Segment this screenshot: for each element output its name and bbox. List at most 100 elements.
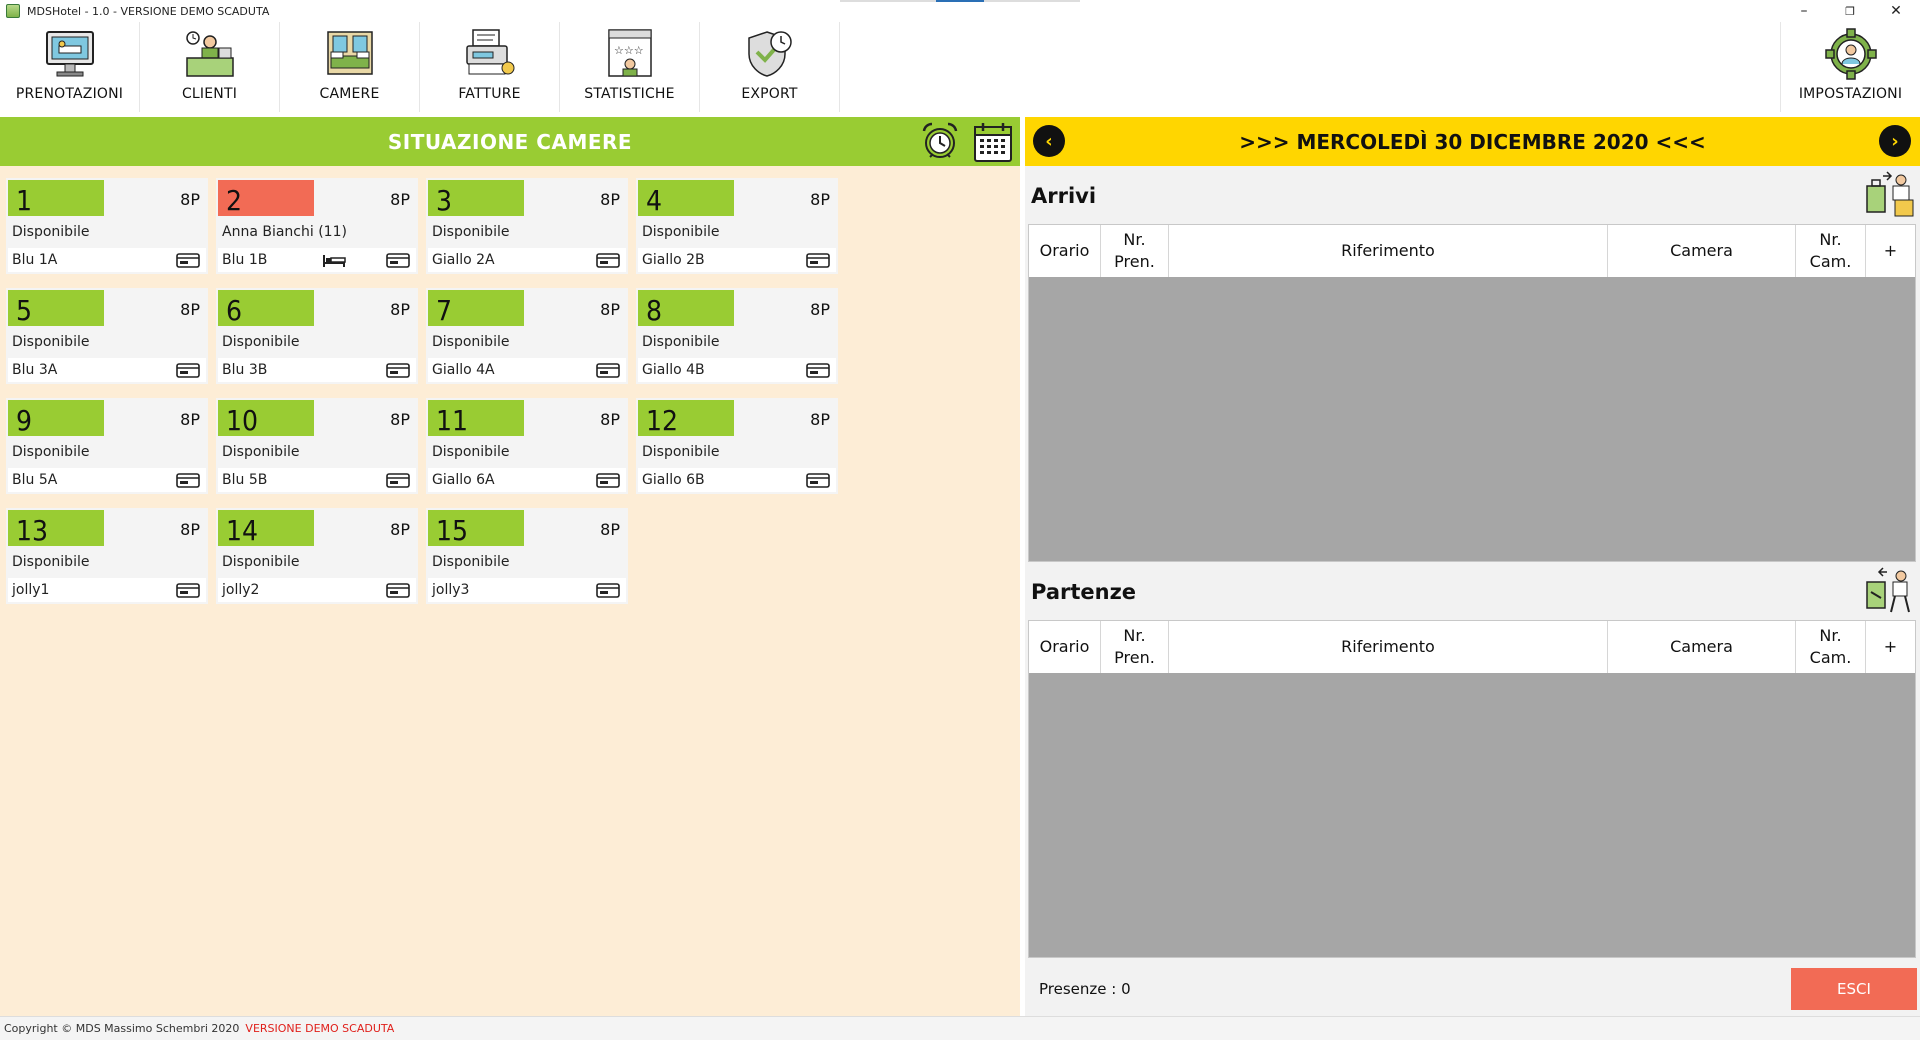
col-add[interactable]: + [1866,621,1915,673]
keycard-icon[interactable] [806,363,830,378]
room-card-12[interactable]: 12 8P Disponibile Giallo 6B [636,398,838,494]
export-button[interactable]: EXPORT [700,22,840,112]
camere-label: CAMERE [319,86,380,102]
room-card-9[interactable]: 9 8P Disponibile Blu 5A [6,398,208,494]
rooms-header: SITUAZIONE CAMERE [0,117,1020,166]
room-status: Disponibile [12,334,90,350]
keycard-icon[interactable] [176,583,200,598]
col-riferimento[interactable]: Riferimento [1169,225,1608,277]
bed-icon [323,255,346,267]
room-number: 2 [226,184,243,217]
room-card-2[interactable]: 2 8P Anna Bianchi (11) Blu 1B [216,178,418,274]
room-card-10[interactable]: 10 8P Disponibile Blu 5B [216,398,418,494]
room-card-15[interactable]: 15 8P Disponibile jolly3 [426,508,628,604]
room-number: 5 [16,294,33,327]
col-add[interactable]: + [1866,225,1915,277]
restore-button[interactable]: ❐ [1830,0,1870,22]
room-card-7[interactable]: 7 8P Disponibile Giallo 4A [426,288,628,384]
keycard-icon[interactable] [386,253,410,268]
room-card-8[interactable]: 8 8P Disponibile Giallo 4B [636,288,838,384]
keycard-icon[interactable] [596,473,620,488]
room-capacity: 8P [390,190,410,209]
impostazioni-label: IMPOSTAZIONI [1798,86,1903,102]
presenze-count: Presenze : 0 [1039,980,1131,998]
room-name: Blu 3A [12,362,58,378]
room-capacity: 8P [810,190,830,209]
close-button[interactable]: ✕ [1876,0,1916,22]
col-riferimento[interactable]: Riferimento [1169,621,1608,673]
date-header: ‹ >>> MERCOLEDÌ 30 DICEMBRE 2020 <<< › [1025,117,1920,166]
keycard-icon[interactable] [596,253,620,268]
col-orario[interactable]: Orario [1029,621,1101,673]
room-card-5[interactable]: 5 8P Disponibile Blu 3A [6,288,208,384]
room-number: 8 [646,294,663,327]
statistiche-label: STATISTICHE [584,86,675,102]
alarm-clock-icon[interactable] [920,121,960,161]
statistiche-button[interactable]: ☆☆☆ STATISTICHE [560,22,700,112]
room-name: Giallo 4A [432,362,495,378]
impostazioni-button[interactable]: IMPOSTAZIONI [1780,22,1920,112]
room-name: Giallo 2A [432,252,495,268]
room-card-14[interactable]: 14 8P Disponibile jolly2 [216,508,418,604]
col-nr-cam[interactable]: Nr. Cam. [1796,225,1866,277]
room-number: 7 [436,294,453,327]
clienti-button[interactable]: CLIENTI [140,22,280,112]
loading-line [840,0,1080,2]
esci-button[interactable]: ESCI [1791,968,1917,1010]
room-status: Disponibile [222,554,300,570]
room-card-11[interactable]: 11 8P Disponibile Giallo 6A [426,398,628,494]
room-name: Giallo 4B [642,362,705,378]
room-card-13[interactable]: 13 8P Disponibile jolly1 [6,508,208,604]
room-number: 14 [226,514,259,547]
keycard-icon[interactable] [596,583,620,598]
svg-text:☆☆☆: ☆☆☆ [614,44,644,57]
room-status: Disponibile [12,554,90,570]
keycard-icon[interactable] [806,253,830,268]
room-number: 13 [16,514,49,547]
keycard-icon[interactable] [176,473,200,488]
room-capacity: 8P [390,520,410,539]
room-status: Disponibile [432,444,510,460]
shield-clock-icon [747,31,792,77]
reception-desk-icon [185,31,234,77]
camere-button[interactable]: CAMERE [280,22,420,112]
col-nr-pren[interactable]: Nr. Pren. [1101,621,1169,673]
arrival-luggage-icon[interactable] [1863,170,1917,220]
keycard-icon[interactable] [386,473,410,488]
col-camera[interactable]: Camera [1608,225,1796,277]
room-card-6[interactable]: 6 8P Disponibile Blu 3B [216,288,418,384]
arrivi-table[interactable]: Orario Nr. Pren. Riferimento Camera Nr. … [1028,224,1916,562]
statistics-board-icon: ☆☆☆ [607,29,652,77]
col-orario[interactable]: Orario [1029,225,1101,277]
room-status: Disponibile [642,334,720,350]
col-camera[interactable]: Camera [1608,621,1796,673]
room-card-4[interactable]: 4 8P Disponibile Giallo 2B [636,178,838,274]
partenze-table[interactable]: Orario Nr. Pren. Riferimento Camera Nr. … [1028,620,1916,958]
room-name: Blu 1B [222,252,268,268]
keycard-icon[interactable] [386,583,410,598]
keycard-icon[interactable] [386,363,410,378]
prenotazioni-button[interactable]: PRENOTAZIONI [0,22,140,112]
calendar-icon[interactable] [973,121,1013,163]
room-status: Disponibile [12,444,90,460]
next-day-button[interactable]: › [1879,125,1911,157]
room-card-3[interactable]: 3 8P Disponibile Giallo 2A [426,178,628,274]
room-number: 1 [16,184,33,217]
room-card-1[interactable]: 1 8P Disponibile Blu 1A [6,178,208,274]
fatture-button[interactable]: FATTURE [420,22,560,112]
room-status: Disponibile [12,224,90,240]
room-capacity: 8P [180,190,200,209]
keycard-icon[interactable] [806,473,830,488]
keycard-icon[interactable] [176,253,200,268]
departure-luggage-icon[interactable] [1863,566,1917,616]
keycard-icon[interactable] [176,363,200,378]
room-capacity: 8P [600,520,620,539]
col-nr-pren[interactable]: Nr. Pren. [1101,225,1169,277]
fatture-label: FATTURE [458,86,521,102]
prenotazioni-label: PRENOTAZIONI [15,86,124,102]
room-name: Blu 3B [222,362,268,378]
col-nr-cam[interactable]: Nr. Cam. [1796,621,1866,673]
room-number: 4 [646,184,663,217]
keycard-icon[interactable] [596,363,620,378]
minimize-button[interactable]: – [1784,0,1824,22]
